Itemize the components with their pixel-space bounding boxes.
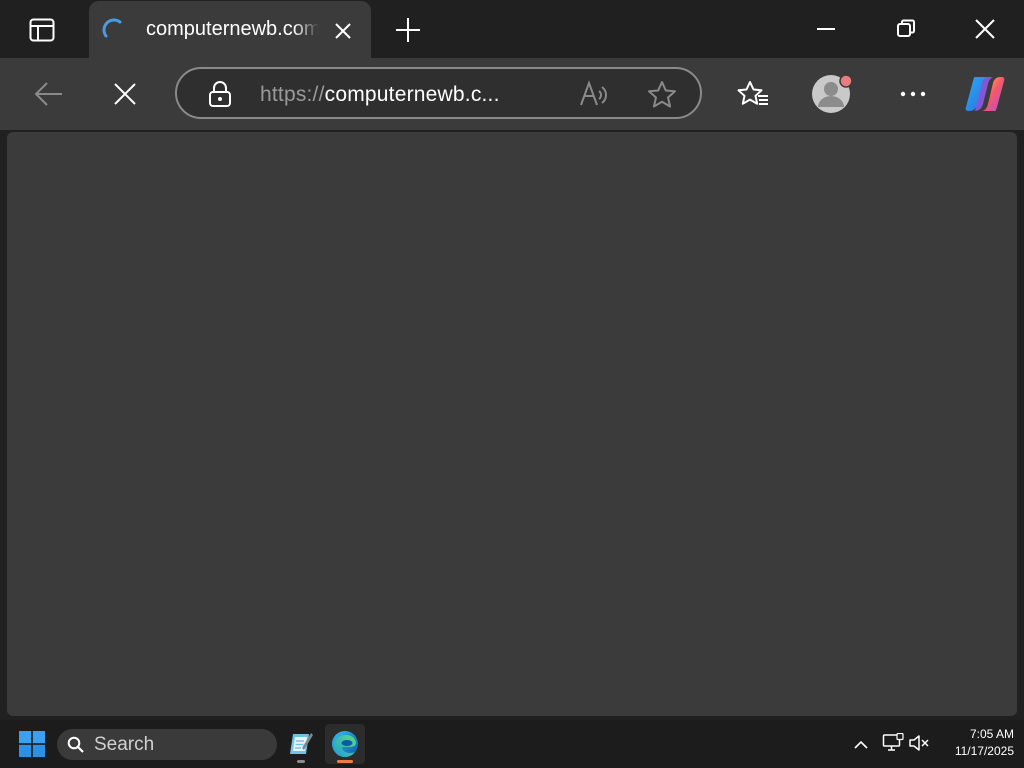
url-scheme: https:// — [260, 83, 325, 106]
tab-strip: computernewb.com — [0, 0, 1024, 58]
url-host: computernewb.c... — [324, 83, 500, 106]
back-button[interactable] — [26, 71, 72, 117]
active-app-indicator — [337, 760, 353, 763]
show-hidden-icons-button[interactable] — [851, 734, 871, 754]
profile-button[interactable] — [810, 71, 856, 117]
clock-date: 11/17/2025 — [954, 744, 1014, 758]
back-arrow-icon — [34, 82, 62, 106]
start-button[interactable] — [12, 724, 52, 764]
network-icon[interactable] — [882, 732, 904, 758]
windows-start-icon — [19, 731, 45, 757]
close-icon — [975, 19, 995, 39]
running-indicator — [297, 760, 305, 763]
address-bar[interactable]: https://computernewb.c... — [175, 67, 702, 119]
profile-icon — [812, 74, 853, 113]
restore-button[interactable] — [880, 6, 932, 52]
taskbar-clock[interactable]: 7:05 AM 11/17/2025 — [932, 726, 1014, 760]
stop-loading-button[interactable] — [102, 71, 148, 117]
favorites-icon — [737, 81, 768, 105]
new-tab-button[interactable] — [388, 10, 428, 50]
volume-muted-icon[interactable] — [908, 733, 930, 758]
minimize-icon — [817, 28, 835, 30]
chevron-up-icon — [854, 740, 868, 749]
copilot-button[interactable] — [962, 71, 1008, 117]
search-icon — [67, 736, 85, 759]
add-favorite-icon[interactable] — [647, 80, 677, 113]
tab-title: computernewb.com — [146, 18, 319, 40]
star-icon — [648, 81, 676, 108]
tab-actions-icon[interactable] — [20, 10, 64, 50]
taskbar-search-box[interactable]: Search — [57, 729, 277, 760]
settings-and-more-button[interactable] — [890, 71, 936, 117]
minimize-button[interactable] — [800, 6, 852, 52]
stop-icon — [114, 83, 136, 105]
plus-icon — [396, 18, 420, 42]
read-aloud-icon[interactable] — [578, 79, 610, 114]
tab-active[interactable]: computernewb.com — [89, 1, 371, 58]
search-label: Search — [94, 734, 155, 755]
screen: computernewb.com https://computernewb.c.… — [0, 0, 1024, 768]
taskbar: Search 7:05 AM 11/17/2025 — [0, 720, 1024, 768]
close-tab-icon[interactable] — [329, 17, 357, 45]
favorites-button[interactable] — [730, 71, 776, 117]
notepad-app-icon — [290, 733, 313, 754]
clock-time: 7:05 AM — [969, 727, 1014, 741]
restore-icon — [897, 19, 915, 37]
browser-toolbar: https://computernewb.c... — [0, 58, 1024, 130]
url-text[interactable]: https://computernewb.c... — [260, 83, 500, 107]
lock-icon[interactable] — [208, 81, 232, 112]
loading-spinner-icon — [100, 16, 128, 49]
page-content-area[interactable] — [7, 132, 1017, 716]
taskbar-app-edge[interactable] — [325, 724, 365, 764]
more-icon — [900, 91, 926, 97]
close-window-button[interactable] — [959, 6, 1011, 52]
copilot-icon — [965, 77, 1005, 111]
taskbar-app-notepad[interactable] — [281, 724, 321, 764]
edge-browser-icon — [332, 731, 358, 757]
